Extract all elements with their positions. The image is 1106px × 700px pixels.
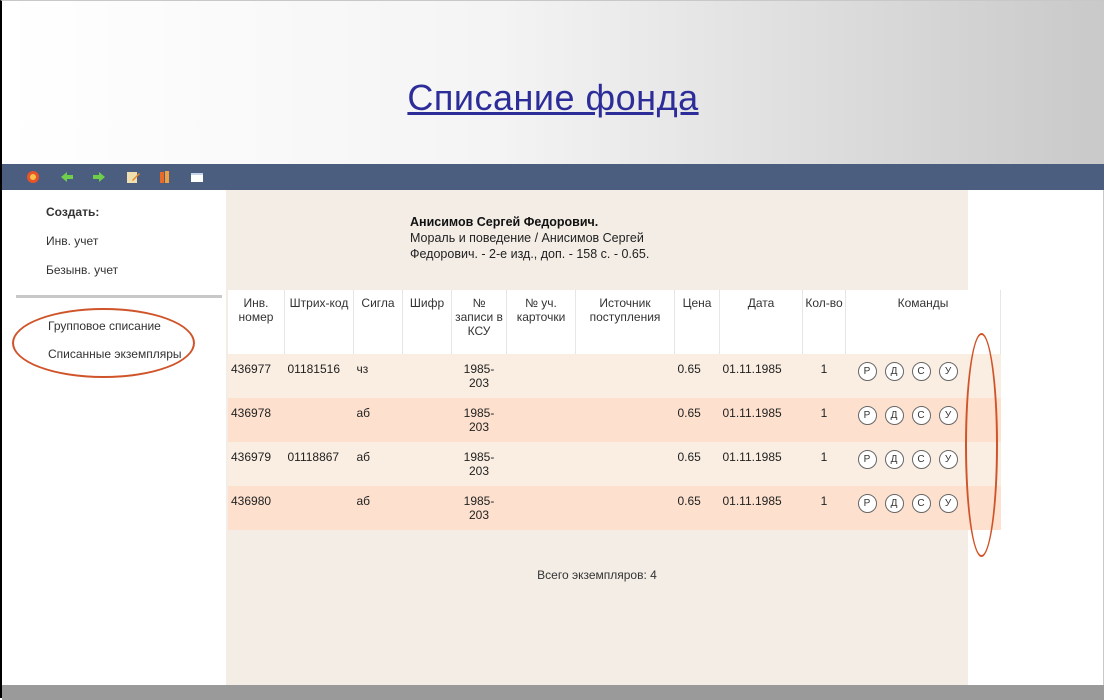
col-price: Цена (674, 290, 720, 354)
cell-ksu: 1985-203 (451, 354, 507, 398)
cell-inv: 436979 (228, 442, 285, 486)
duplicate-button[interactable]: Д (884, 362, 904, 381)
cell-cipher (402, 442, 452, 486)
cell-ksu: 1985-203 (451, 398, 507, 442)
total-copies: Всего экземпляров: 4 (537, 568, 657, 582)
col-ksu-record: № записи в КСУ (451, 290, 507, 354)
cell-barcode (284, 486, 354, 530)
delete-button[interactable]: У (938, 406, 958, 425)
highlight-oval-sidebar (12, 308, 195, 378)
cell-barcode: 01118867 (284, 442, 354, 486)
cell-card (506, 442, 576, 486)
col-date: Дата (719, 290, 803, 354)
cell-date: 01.11.1985 (719, 486, 803, 530)
cell-qty: 1 (802, 354, 846, 398)
cell-card (506, 354, 576, 398)
sidebar-divider (16, 295, 222, 298)
cell-price: 0.65 (674, 354, 720, 398)
cell-price: 0.65 (674, 486, 720, 530)
table-row: 436977 01181516 чз 1985-203 0.65 01.11.1985 1 Р… (228, 354, 1001, 398)
duplicate-button[interactable]: Д (884, 494, 904, 513)
col-source: Источник поступления (575, 290, 675, 354)
back-arrow-icon[interactable] (60, 170, 74, 184)
delete-button[interactable]: У (938, 450, 958, 469)
book-title-line: Мораль и поведение / Анисимов Сергей (410, 231, 644, 245)
cell-source (575, 354, 675, 398)
sidebar-create-label: Создать: (46, 205, 100, 219)
window-icon[interactable] (190, 170, 204, 184)
cell-card (506, 486, 576, 530)
cell-cipher (402, 354, 452, 398)
books-icon[interactable] (158, 170, 172, 184)
book-details-line: Федорович. - 2-е изд., доп. - 158 с. - 0… (410, 247, 650, 261)
copies-table: Инв. номер Штрих-код Сигла Шифр № записи… (228, 290, 1001, 530)
cell-source (575, 398, 675, 442)
cell-inv: 436977 (228, 354, 285, 398)
page-title[interactable]: Списание фонда (2, 77, 1104, 119)
cell-date: 01.11.1985 (719, 442, 803, 486)
cell-sigla: аб (353, 398, 403, 442)
sidebar: Создать: Инв. учет Безынв. учет Группово… (2, 190, 222, 685)
sidebar-item-inv-account[interactable]: Инв. учет (46, 234, 98, 248)
writeoff-button[interactable]: С (911, 362, 931, 381)
cell-price: 0.65 (674, 442, 720, 486)
cell-qty: 1 (802, 486, 846, 530)
table-row: 436979 01118867 аб 1985-203 0.65 01.11.1985 1 Р… (228, 442, 1001, 486)
writeoff-button[interactable]: С (911, 406, 931, 425)
delete-button[interactable]: У (938, 494, 958, 513)
cell-qty: 1 (802, 442, 846, 486)
cell-price: 0.65 (674, 398, 720, 442)
col-quantity: Кол-во (802, 290, 846, 354)
cell-card (506, 398, 576, 442)
highlight-oval-writeoff-buttons (965, 333, 998, 557)
cell-sigla: аб (353, 442, 403, 486)
cell-source (575, 486, 675, 530)
cell-sigla: чз (353, 354, 403, 398)
col-cipher: Шифр (402, 290, 452, 354)
forward-arrow-icon[interactable] (92, 170, 106, 184)
cell-sigla: аб (353, 486, 403, 530)
col-inv-number: Инв. номер (228, 290, 285, 354)
edit-icon[interactable] (126, 170, 140, 184)
cell-date: 01.11.1985 (719, 398, 803, 442)
toolbar (2, 164, 1104, 190)
footer-bar (2, 685, 1104, 700)
page-header: Списание фонда (2, 1, 1104, 164)
cell-barcode: 01181516 (284, 354, 354, 398)
cell-ksu: 1985-203 (451, 486, 507, 530)
cell-inv: 436978 (228, 398, 285, 442)
delete-button[interactable]: У (938, 362, 958, 381)
table-row: 436980 аб 1985-203 0.65 01.11.1985 1 Р Д С У (228, 486, 1001, 530)
book-description: Анисимов Сергей Федорович. Мораль и пове… (410, 214, 649, 262)
cell-barcode (284, 398, 354, 442)
col-barcode: Штрих-код (284, 290, 354, 354)
home-icon[interactable] (26, 170, 40, 184)
duplicate-button[interactable]: Д (884, 406, 904, 425)
edit-button[interactable]: Р (857, 406, 877, 425)
col-card-number: № уч. карточки (506, 290, 576, 354)
edit-button[interactable]: Р (857, 450, 877, 469)
writeoff-button[interactable]: С (911, 494, 931, 513)
cell-ksu: 1985-203 (451, 442, 507, 486)
cell-inv: 436980 (228, 486, 285, 530)
col-sigla: Сигла (353, 290, 403, 354)
cell-source (575, 442, 675, 486)
book-author: Анисимов Сергей Федорович. (410, 215, 599, 229)
table-header-row: Инв. номер Штрих-код Сигла Шифр № записи… (228, 290, 1001, 354)
cell-qty: 1 (802, 398, 846, 442)
writeoff-button[interactable]: С (911, 450, 931, 469)
cell-cipher (402, 398, 452, 442)
duplicate-button[interactable]: Д (884, 450, 904, 469)
sidebar-item-noninv-account[interactable]: Безынв. учет (46, 263, 118, 277)
edit-button[interactable]: Р (857, 494, 877, 513)
cell-cipher (402, 486, 452, 530)
cell-date: 01.11.1985 (719, 354, 803, 398)
table-row: 436978 аб 1985-203 0.65 01.11.1985 1 Р Д С У (228, 398, 1001, 442)
edit-button[interactable]: Р (857, 362, 877, 381)
